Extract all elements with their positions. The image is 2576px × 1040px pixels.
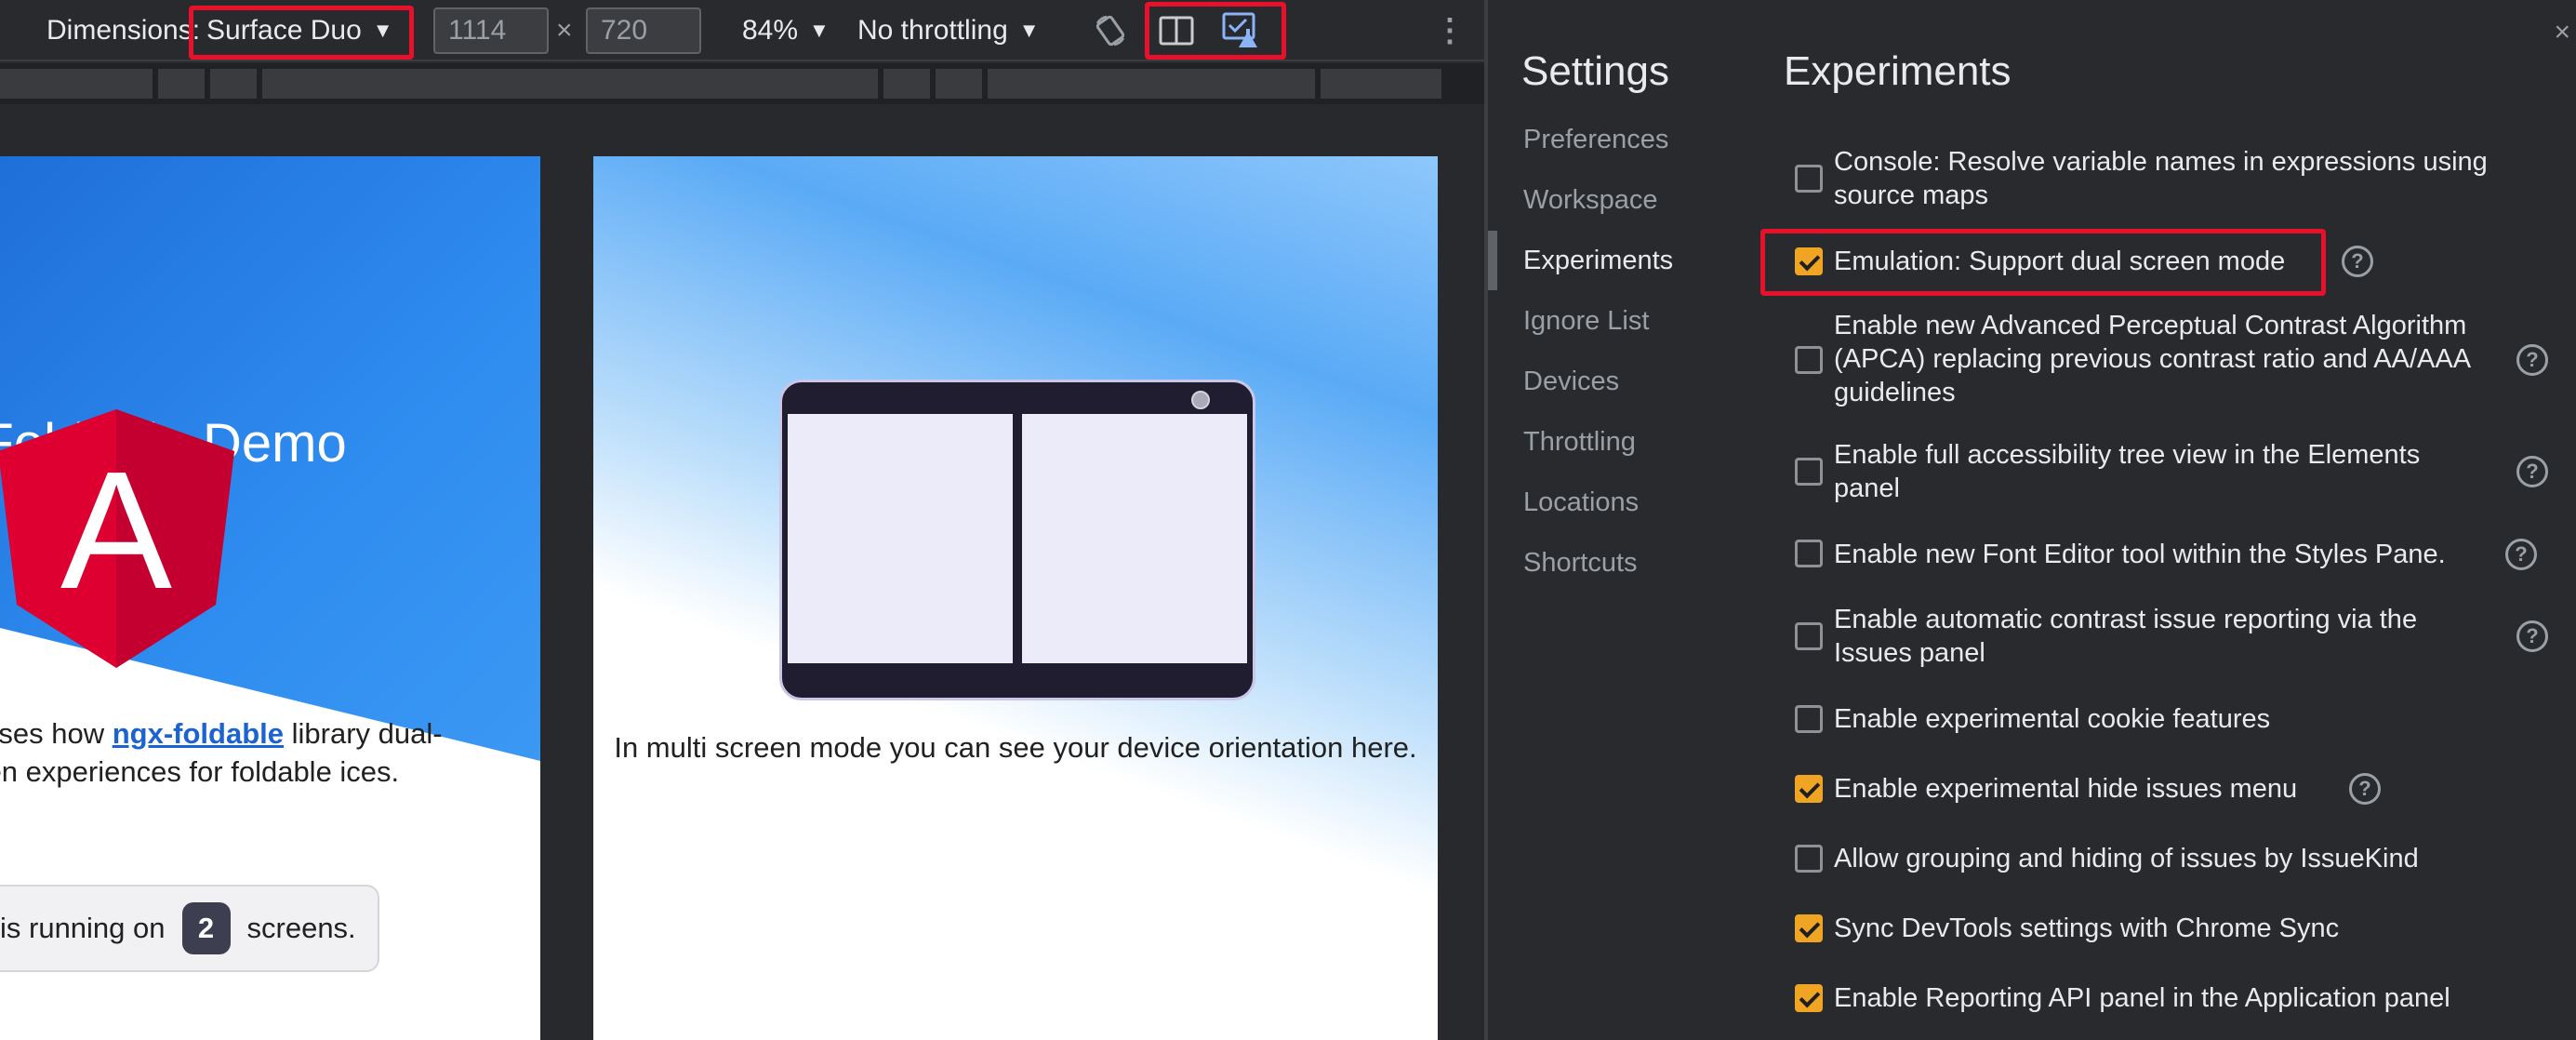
help-icon[interactable]: ? (2349, 773, 2381, 805)
zoom-select[interactable]: 84% ▼ (742, 0, 830, 61)
nav-preferences[interactable]: Preferences (1523, 125, 1668, 155)
nav-ignore-list[interactable]: Ignore List (1523, 306, 1649, 337)
device-pane-left (788, 414, 1013, 663)
nav-active-indicator (1488, 231, 1497, 290)
device-screen-left: r Foldable Demo A owcases how ngx-foldab… (0, 156, 540, 1040)
experiment-label: Enable experimental hide issues menu (1834, 774, 2298, 804)
experiment-checkbox[interactable] (1795, 458, 1823, 486)
description-lead: owcases how (0, 717, 105, 750)
nav-throttling[interactable]: Throttling (1523, 427, 1636, 458)
ruler-segment[interactable] (883, 69, 930, 99)
chevron-down-icon: ▼ (1018, 19, 1040, 42)
highlight-dual-screen-experiment (1760, 229, 2326, 296)
ruler-segment[interactable] (1321, 69, 1441, 99)
experiments-title: Experiments (1784, 48, 2012, 94)
ruler-segment[interactable] (158, 69, 205, 99)
help-icon[interactable]: ? (2516, 344, 2548, 376)
throttling-select[interactable]: No throttling ▼ (857, 0, 1040, 61)
help-icon[interactable]: ? (2516, 456, 2548, 487)
nav-workspace[interactable]: Workspace (1523, 185, 1658, 216)
more-options-icon[interactable]: ⋮ (1434, 0, 1466, 61)
device-emulation-area: Dimensions: Surface Duo ▼ 1114 × 720 84%… (0, 0, 1484, 1040)
camera-dot (1191, 391, 1210, 409)
experiment-label: Enable new Font Editor tool within the S… (1834, 540, 2446, 569)
ruler-segment[interactable] (0, 69, 153, 99)
orientation-text: In multi screen mode you can see your de… (614, 731, 1417, 764)
dimensions-label: Dimensions: (46, 15, 201, 46)
throttling-value: No throttling (857, 15, 1008, 46)
experiment-checkbox[interactable] (1795, 346, 1823, 374)
width-input[interactable]: 1114 (433, 7, 549, 54)
experiment-label: Allow grouping and hiding of issues by I… (1834, 844, 2419, 873)
settings-title: Settings (1521, 48, 1669, 94)
experiment-label: Enable Reporting API panel in the Applic… (1834, 983, 2450, 1013)
ruler-segment[interactable] (988, 69, 1315, 99)
times-sign: × (556, 15, 573, 46)
height-input[interactable]: 720 (586, 7, 701, 54)
ngx-foldable-link[interactable]: ngx-foldable (113, 717, 284, 750)
experiment-label: Enable new Advanced Perceptual Contrast … (1834, 311, 2470, 407)
chevron-down-icon: ▼ (809, 19, 830, 42)
help-icon[interactable]: ? (2342, 246, 2373, 277)
status-text-after: screens. (246, 912, 356, 944)
device-pane-right (1022, 414, 1247, 663)
experiment-checkbox[interactable] (1795, 984, 1823, 1012)
ruler-segment[interactable] (936, 69, 982, 99)
device-screen-right: In multi screen mode you can see your de… (593, 156, 1438, 1040)
experiment-label: Enable automatic contrast issue reportin… (1834, 605, 2418, 668)
status-text-before: is running on (0, 912, 166, 944)
screen-status: is running on 2 screens. (0, 885, 379, 972)
nav-locations[interactable]: Locations (1523, 487, 1639, 518)
foldable-device-illustration (779, 380, 1255, 700)
experiment-label: Sync DevTools settings with Chrome Sync (1834, 913, 2340, 943)
ruler-segment[interactable] (210, 69, 257, 99)
screen-count-badge: 2 (181, 902, 231, 954)
highlight-dual-screen-buttons (1145, 2, 1286, 60)
experiment-label: Enable experimental cookie features (1834, 704, 2271, 734)
experiment-checkbox[interactable] (1795, 775, 1823, 803)
experiment-checkbox[interactable] (1795, 540, 1823, 567)
nav-devices[interactable]: Devices (1523, 367, 1619, 397)
angular-logo-letter: A (60, 437, 172, 624)
close-icon[interactable]: × (2554, 17, 2570, 48)
experiment-checkbox[interactable] (1795, 705, 1823, 733)
experiment-checkbox[interactable] (1795, 845, 1823, 873)
device-toolbar: Dimensions: Surface Duo ▼ 1114 × 720 84%… (0, 0, 1484, 61)
experiment-checkbox[interactable] (1795, 165, 1823, 193)
media-query-ruler (0, 63, 1484, 104)
nav-shortcuts[interactable]: Shortcuts (1523, 548, 1638, 579)
experiment-label: Console: Resolve variable names in expre… (1834, 147, 2488, 210)
help-icon[interactable]: ? (2505, 539, 2537, 570)
angular-logo-icon: A (0, 409, 234, 668)
ruler-segment[interactable] (262, 69, 878, 99)
zoom-value: 84% (742, 15, 799, 46)
highlight-device-select (189, 6, 414, 60)
experiment-checkbox[interactable] (1795, 622, 1823, 650)
experiment-label: Enable full accessibility tree view in t… (1834, 440, 2421, 503)
experiment-checkbox[interactable] (1795, 914, 1823, 942)
nav-experiments[interactable]: Experiments (1523, 246, 1673, 276)
help-icon[interactable]: ? (2516, 620, 2548, 652)
settings-panel: Settings × Preferences Workspace Experim… (1488, 0, 2576, 1040)
rotate-icon[interactable] (1094, 0, 1127, 61)
description-text: owcases how ngx-foldable library dual-sc… (0, 714, 526, 791)
